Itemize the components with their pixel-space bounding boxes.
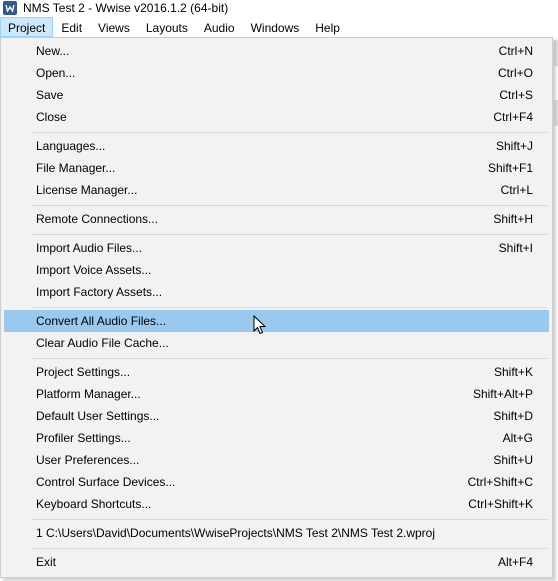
background-scrollbar-mark xyxy=(554,100,558,126)
menu-bar: Project Edit Views Layouts Audio Windows… xyxy=(0,17,558,37)
menu-item-shortcut: Shift+H xyxy=(493,212,533,226)
menu-item-default-user-settings[interactable]: Default User Settings... Shift+D xyxy=(4,405,549,427)
menu-item-shortcut: Ctrl+Shift+C xyxy=(467,475,533,489)
menu-item-exit[interactable]: Exit Alt+F4 xyxy=(4,551,549,573)
menu-item-keyboard-shortcuts[interactable]: Keyboard Shortcuts... Ctrl+Shift+K xyxy=(4,493,549,515)
menu-separator xyxy=(32,307,547,308)
menu-separator xyxy=(32,132,547,133)
menu-item-new[interactable]: New... Ctrl+N xyxy=(4,40,549,62)
menu-project[interactable]: Project xyxy=(0,17,54,37)
menu-item-remote-connections[interactable]: Remote Connections... Shift+H xyxy=(4,208,549,230)
menu-item-shortcut: Shift+J xyxy=(495,139,533,153)
menu-item-shortcut: Shift+U xyxy=(493,453,533,467)
menu-item-label: Save xyxy=(36,88,64,102)
menu-item-control-surface-devices[interactable]: Control Surface Devices... Ctrl+Shift+C xyxy=(4,471,549,493)
menu-item-label: Close xyxy=(36,110,67,124)
menu-item-label: Clear Audio File Cache... xyxy=(36,336,169,350)
menu-item-label: File Manager... xyxy=(36,161,116,175)
menu-item-shortcut: Ctrl+Shift+K xyxy=(468,497,533,511)
menu-item-shortcut: Shift+I xyxy=(498,241,533,255)
menu-help[interactable]: Help xyxy=(307,17,348,37)
menu-item-open[interactable]: Open... Ctrl+O xyxy=(4,62,549,84)
menu-item-clear-audio-file-cache[interactable]: Clear Audio File Cache... xyxy=(4,332,549,354)
menu-item-shortcut: Ctrl+F4 xyxy=(493,110,533,124)
menu-item-import-factory-assets[interactable]: Import Factory Assets... xyxy=(4,281,549,303)
menu-separator xyxy=(32,358,547,359)
menu-item-label: Default User Settings... xyxy=(36,409,160,423)
window-title: NMS Test 2 - Wwise v2016.1.2 (64-bit) xyxy=(23,1,229,15)
menu-separator xyxy=(32,548,547,549)
menu-item-label: Convert All Audio Files... xyxy=(36,314,167,328)
menu-item-file-manager[interactable]: File Manager... Shift+F1 xyxy=(4,157,549,179)
menu-item-shortcut: Ctrl+L xyxy=(500,183,533,197)
menu-item-license-manager[interactable]: License Manager... Ctrl+L xyxy=(4,179,549,201)
project-dropdown-menu: New... Ctrl+N Open... Ctrl+O Save Ctrl+S… xyxy=(0,37,553,578)
menu-item-label: User Preferences... xyxy=(36,453,140,467)
menu-item-recent-project-1[interactable]: 1 C:\Users\David\Documents\WwiseProjects… xyxy=(4,522,549,544)
menu-separator xyxy=(32,205,547,206)
menu-item-import-audio-files[interactable]: Import Audio Files... Shift+I xyxy=(4,237,549,259)
menu-item-label: Control Surface Devices... xyxy=(36,475,176,489)
menu-item-label: Remote Connections... xyxy=(36,212,159,226)
menu-item-label: Keyboard Shortcuts... xyxy=(36,497,152,511)
menu-item-import-voice-assets[interactable]: Import Voice Assets... xyxy=(4,259,549,281)
menu-item-label: 1 C:\Users\David\Documents\WwiseProjects… xyxy=(36,526,436,540)
menu-item-label: Languages... xyxy=(36,139,106,153)
menu-item-shortcut: Shift+D xyxy=(493,409,533,423)
menu-edit[interactable]: Edit xyxy=(53,17,90,37)
menu-item-platform-manager[interactable]: Platform Manager... Shift+Alt+P xyxy=(4,383,549,405)
menu-item-shortcut: Alt+F4 xyxy=(497,555,533,569)
menu-item-languages[interactable]: Languages... Shift+J xyxy=(4,135,549,157)
menu-item-label: Platform Manager... xyxy=(36,387,141,401)
mouse-cursor-icon xyxy=(253,315,267,335)
menu-item-label: Import Audio Files... xyxy=(36,241,143,255)
menu-item-label: Import Factory Assets... xyxy=(36,285,163,299)
menu-item-shortcut: Ctrl+S xyxy=(499,88,533,102)
background-scrollbar-mark xyxy=(554,40,558,66)
menu-item-project-settings[interactable]: Project Settings... Shift+K xyxy=(4,361,549,383)
menu-item-label: License Manager... xyxy=(36,183,138,197)
menu-views[interactable]: Views xyxy=(90,17,138,37)
menu-item-save[interactable]: Save Ctrl+S xyxy=(4,84,549,106)
menu-separator xyxy=(32,519,547,520)
menu-item-shortcut: Ctrl+O xyxy=(497,66,533,80)
menu-item-label: Import Voice Assets... xyxy=(36,263,152,277)
menu-item-label: Profiler Settings... xyxy=(36,431,131,445)
menu-item-shortcut: Ctrl+N xyxy=(498,44,533,58)
title-bar: NMS Test 2 - Wwise v2016.1.2 (64-bit) xyxy=(0,0,558,16)
menu-layouts[interactable]: Layouts xyxy=(138,17,196,37)
menu-windows[interactable]: Windows xyxy=(243,17,308,37)
menu-item-label: New... xyxy=(36,44,70,58)
menu-item-shortcut: Shift+Alt+P xyxy=(472,387,533,401)
menu-item-close[interactable]: Close Ctrl+F4 xyxy=(4,106,549,128)
menu-item-shortcut: Shift+K xyxy=(493,365,533,379)
wwise-logo-icon xyxy=(3,1,17,15)
menu-item-profiler-settings[interactable]: Profiler Settings... Alt+G xyxy=(4,427,549,449)
menu-item-shortcut: Shift+F1 xyxy=(487,161,533,175)
menu-item-user-preferences[interactable]: User Preferences... Shift+U xyxy=(4,449,549,471)
menu-item-convert-all-audio-files[interactable]: Convert All Audio Files... xyxy=(4,310,549,332)
menu-item-label: Project Settings... xyxy=(36,365,131,379)
menu-item-shortcut: Alt+G xyxy=(502,431,533,445)
menu-item-label: Open... xyxy=(36,66,76,80)
menu-item-label: Exit xyxy=(36,555,57,569)
menu-separator xyxy=(32,234,547,235)
menu-audio[interactable]: Audio xyxy=(196,17,243,37)
